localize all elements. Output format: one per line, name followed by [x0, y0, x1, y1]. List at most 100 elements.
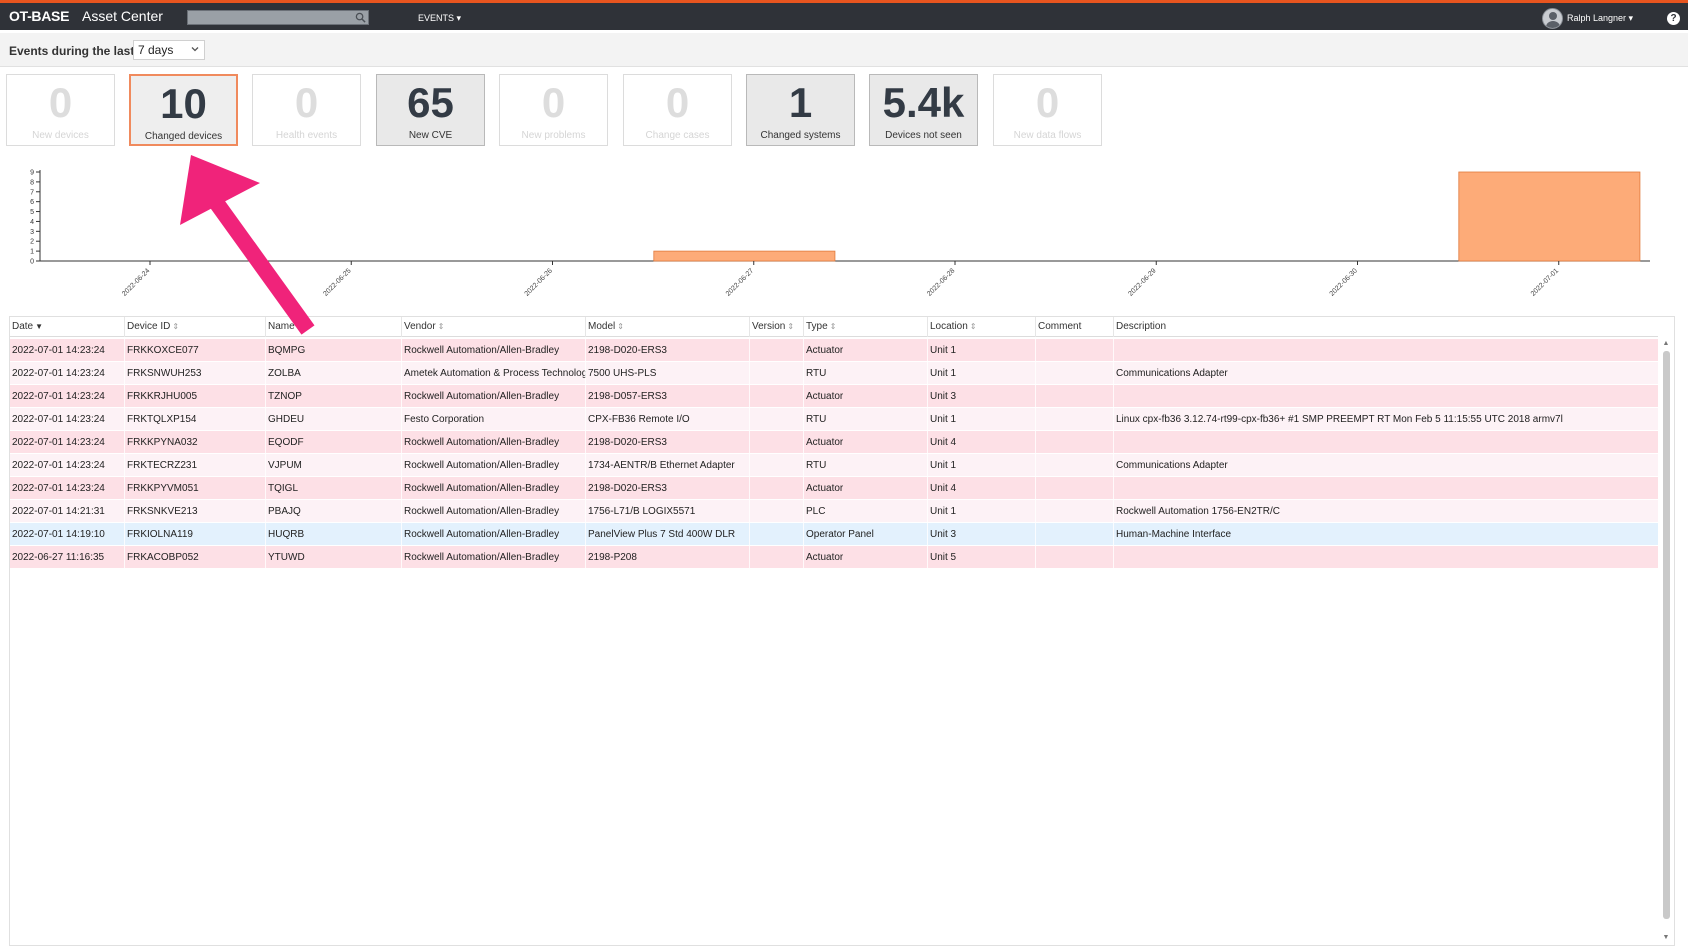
column-header-description[interactable]: Description — [1116, 321, 1166, 332]
column-header-label: Type — [806, 321, 828, 332]
cell-divider — [124, 408, 125, 431]
card-new-cve[interactable]: 65 New CVE — [376, 74, 485, 146]
column-header-comment[interactable]: Comment — [1038, 321, 1081, 332]
cell-vendor: Rockwell Automation/Allen-Bradley — [404, 460, 560, 471]
cell-vendor: Rockwell Automation/Allen-Bradley — [404, 529, 560, 540]
table-row[interactable]: 2022-07-01 14:19:10 FRKIOLNA119 HUQRB Rockw… — [10, 523, 1658, 546]
cell-divider — [401, 523, 402, 546]
cell-divider — [803, 454, 804, 477]
app-logo[interactable]: OT-BASE — [9, 8, 69, 24]
cell-device-id: FRKKOXCE077 — [127, 345, 199, 356]
card-changed-devices[interactable]: 10 Changed devices — [129, 74, 238, 146]
y-tick-label: 3 — [30, 229, 34, 236]
scroll-down-icon[interactable]: ▼ — [1662, 934, 1670, 942]
card-value: 0 — [294, 79, 319, 126]
column-header-model[interactable]: Model ⇕ — [588, 321, 624, 332]
search-input[interactable] — [187, 10, 369, 25]
search-icon[interactable] — [355, 12, 366, 23]
user-name[interactable]: Ralph Langner ▾ — [1567, 13, 1633, 24]
card-label: Changed devices — [144, 131, 223, 142]
filter-bar: Events during the last 7 days — [0, 33, 1688, 67]
column-divider[interactable] — [803, 317, 804, 337]
card-change-cases[interactable]: 0 Change cases — [623, 74, 732, 146]
sort-icon[interactable]: ⇕ — [787, 322, 794, 331]
scroll-thumb[interactable] — [1663, 351, 1670, 919]
column-header-type[interactable]: Type ⇕ — [806, 321, 836, 332]
column-header-device-id[interactable]: Device ID ⇕ — [127, 321, 179, 332]
help-icon[interactable]: ? — [1667, 12, 1680, 25]
cell-divider — [401, 431, 402, 454]
bar-2022-06-27 — [653, 250, 836, 262]
card-new-problems[interactable]: 0 New problems — [499, 74, 608, 146]
card-new-devices[interactable]: 0 New devices — [6, 74, 115, 146]
cell-divider — [1035, 385, 1036, 408]
cell-date: 2022-07-01 14:23:24 — [12, 368, 105, 379]
cell-divider — [585, 385, 586, 408]
y-tick-label: 6 — [30, 199, 34, 206]
table-row[interactable]: 2022-07-01 14:23:24 FRKKPYNA032 EQODF Rockw… — [10, 431, 1658, 454]
cell-vendor: Rockwell Automation/Allen-Bradley — [404, 437, 560, 448]
column-divider[interactable] — [749, 317, 750, 337]
scroll-up-icon[interactable]: ▲ — [1662, 340, 1670, 348]
table-row[interactable]: 2022-07-01 14:23:24 FRKKOXCE077 BQMPG Rockw… — [10, 339, 1658, 362]
table-row[interactable]: 2022-07-01 14:23:24 FRKKRJHU005 TZNOP Rockw… — [10, 385, 1658, 408]
sort-icon[interactable]: ⇕ — [172, 322, 179, 331]
table-row[interactable]: 2022-07-01 14:21:31 FRKSNKVE213 PBAJQ Rockw… — [10, 500, 1658, 523]
column-divider[interactable] — [124, 317, 125, 337]
cell-divider — [1113, 454, 1114, 477]
column-divider[interactable] — [585, 317, 586, 337]
cell-divider — [124, 362, 125, 385]
events-menu[interactable]: EVENTS ▾ — [418, 13, 461, 24]
column-divider[interactable] — [927, 317, 928, 337]
column-header-date[interactable]: Date ▼ — [12, 321, 43, 332]
user-menu[interactable]: Ralph Langner ▾ — [1542, 7, 1633, 29]
sort-icon[interactable]: ⇕ — [830, 322, 837, 331]
cell-divider — [803, 500, 804, 523]
table-row[interactable]: 2022-07-01 14:23:24 FRKSNWUH253 ZOLBA Amete… — [10, 362, 1658, 385]
cell-vendor: Rockwell Automation/Allen-Bradley — [404, 391, 560, 402]
cell-location: Unit 3 — [930, 391, 957, 402]
table-row[interactable]: 2022-06-27 11:16:35 FRKACOBP052 YTUWD Rockw… — [10, 546, 1658, 569]
cell-vendor: Rockwell Automation/Allen-Bradley — [404, 345, 560, 356]
cell-model: PanelView Plus 7 Std 400W DLR — [588, 529, 736, 540]
card-changed-systems[interactable]: 1 Changed systems — [746, 74, 855, 146]
sort-icon[interactable]: ⇕ — [970, 322, 977, 331]
sort-icon[interactable]: ⇕ — [617, 322, 624, 331]
avatar[interactable] — [1542, 7, 1563, 29]
column-header-name[interactable]: Name ⇕ — [268, 321, 303, 332]
cell-description: Linux cpx-fb36 3.12.74-rt99-cpx-fb36+ #1… — [1116, 414, 1563, 425]
cell-divider — [265, 500, 266, 523]
cell-divider — [1113, 477, 1114, 500]
vertical-scrollbar[interactable]: ▲ ▼ — [1661, 339, 1671, 943]
cell-divider — [749, 477, 750, 500]
cell-date: 2022-07-01 14:23:24 — [12, 483, 105, 494]
cell-divider — [749, 454, 750, 477]
column-header-vendor[interactable]: Vendor ⇕ — [404, 321, 444, 332]
column-divider[interactable] — [401, 317, 402, 337]
sort-icon[interactable]: ⇕ — [438, 322, 445, 331]
sort-icon[interactable]: ⇕ — [297, 322, 304, 331]
column-header-version[interactable]: Version ⇕ — [752, 321, 794, 332]
column-divider[interactable] — [1113, 317, 1114, 337]
table-row[interactable]: 2022-07-01 14:23:24 FRKKPYVM051 TQIGL Rockw… — [10, 477, 1658, 500]
card-devices-not-seen[interactable]: 5.4k Devices not seen — [869, 74, 978, 146]
cell-divider — [749, 523, 750, 546]
cell-device-id: FRKSNKVE213 — [127, 506, 198, 517]
column-header-location[interactable]: Location ⇕ — [930, 321, 977, 332]
table-row[interactable]: 2022-07-01 14:23:24 FRKTECRZ231 VJPUM Rockw… — [10, 454, 1658, 477]
cell-divider — [803, 477, 804, 500]
cell-divider — [803, 339, 804, 362]
cell-name: EQODF — [268, 437, 304, 448]
card-health-events[interactable]: 0 Health events — [252, 74, 361, 146]
cell-location: Unit 1 — [930, 345, 957, 356]
cell-model: 2198-D020-ERS3 — [588, 483, 667, 494]
card-value: 0 — [48, 79, 73, 126]
table-row[interactable]: 2022-07-01 14:23:24 FRKTQLXP154 GHDEU Festo… — [10, 408, 1658, 431]
time-range-select[interactable]: 7 days — [133, 40, 205, 60]
column-divider[interactable] — [265, 317, 266, 337]
sort-desc-icon[interactable]: ▼ — [35, 322, 43, 331]
cell-location: Unit 4 — [930, 483, 957, 494]
column-divider[interactable] — [1035, 317, 1036, 337]
card-new-data-flows[interactable]: 0 New data flows — [993, 74, 1102, 146]
y-tick-label: 7 — [30, 189, 34, 196]
